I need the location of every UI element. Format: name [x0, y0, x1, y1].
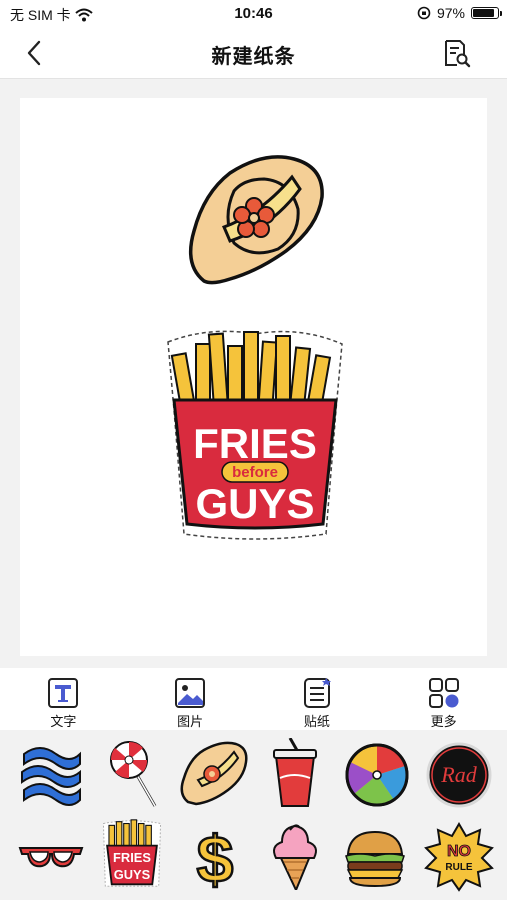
text-icon	[48, 678, 79, 708]
image-icon	[175, 678, 206, 708]
battery-icon	[471, 7, 502, 19]
battery-percent: 97%	[436, 5, 465, 21]
no-text: NO	[447, 843, 471, 860]
fries-before-guys-sticker[interactable]: FRIES before GUYS	[160, 326, 350, 542]
rad-text: Rad	[440, 762, 477, 787]
mini-guys-word: GUYS	[114, 867, 151, 882]
sticker-tool-button[interactable]: 贴纸	[254, 668, 381, 730]
text-tool-button[interactable]: 文字	[0, 668, 127, 730]
fries-word: FRIES	[193, 420, 317, 467]
sticker-dollar-sign[interactable]: $	[180, 820, 250, 890]
text-tool-label: 文字	[50, 714, 77, 729]
image-tool-button[interactable]: 图片	[127, 668, 254, 730]
page-title: 新建纸条	[211, 46, 296, 68]
rule-text: RULE	[445, 862, 473, 873]
more-tool-label: 更多	[430, 714, 457, 729]
sticker-beach-ball[interactable]	[342, 740, 412, 810]
sticker-hat[interactable]	[178, 740, 248, 810]
sticker-soda-cup[interactable]	[260, 738, 330, 808]
image-tool-label: 图片	[177, 714, 204, 729]
document-search-icon[interactable]	[441, 38, 471, 68]
status-right: 97%	[417, 5, 502, 21]
sticker-fries[interactable]: FRIES GUYS	[97, 818, 167, 888]
sticker-lollipop[interactable]	[103, 738, 173, 808]
sticker-waves[interactable]	[16, 740, 86, 810]
bottom-toolbar: 文字 图片 贴纸 更多	[0, 668, 507, 730]
sticker-burger[interactable]	[340, 822, 410, 892]
sticker-rad-badge[interactable]: Rad	[424, 740, 494, 810]
orientation-lock-icon	[417, 6, 431, 20]
hat-sticker-on-canvas[interactable]	[182, 153, 327, 293]
before-word: before	[232, 464, 278, 481]
svg-text:$: $	[197, 822, 234, 890]
sticker-tool-label: 贴纸	[303, 714, 330, 729]
sticker-sunglasses[interactable]	[16, 822, 86, 892]
sticker-no-rule-badge[interactable]: NO RULE	[424, 822, 494, 892]
more-tool-button[interactable]: 更多	[380, 668, 507, 730]
note-canvas[interactable]: FRIES before GUYS	[20, 98, 487, 656]
navigation-bar: 新建纸条	[0, 28, 507, 79]
grid-more-icon	[428, 678, 459, 708]
guys-word: GUYS	[195, 480, 314, 527]
status-bar: 无 SIM 卡 10:46 97%	[0, 0, 507, 28]
sticker-icon	[303, 678, 331, 708]
mini-fries-word: FRIES	[113, 850, 151, 865]
sticker-ice-cream[interactable]	[260, 820, 330, 890]
sticker-panel: Rad FRIES GUYS $ NO RULE	[0, 730, 507, 900]
